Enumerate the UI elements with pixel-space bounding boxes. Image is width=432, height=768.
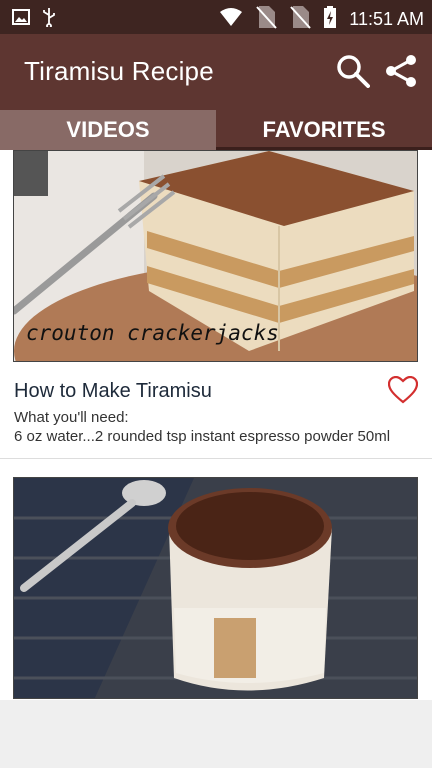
share-icon[interactable] [384, 54, 418, 93]
clock: 11:51 AM [349, 9, 424, 29]
divider [0, 458, 432, 459]
no-sim-icon [289, 5, 312, 34]
recipe-thumbnail[interactable]: crouton crackerjacks [13, 150, 418, 362]
description-line: What you'll need: [14, 409, 129, 426]
heart-outline-icon[interactable] [387, 375, 419, 409]
app-bar: Tiramisu Recipe [0, 34, 432, 110]
tab-videos[interactable]: VIDEOS [0, 110, 216, 150]
favorites-list[interactable]: crouton crackerjacks How to Make Tiramis… [0, 150, 432, 700]
description-line: 6 oz water...2 rounded tsp instant espre… [14, 428, 391, 445]
tab-bar: VIDEOS FAVORITES [0, 110, 432, 150]
usb-icon [42, 7, 56, 32]
recipe-description: What you'll need: 6 oz water...2 rounded… [14, 408, 419, 446]
recipe-title[interactable]: How to Make Tiramisu [14, 380, 212, 403]
recipe-thumbnail[interactable] [13, 477, 418, 699]
tab-favorites[interactable]: FAVORITES [216, 110, 432, 150]
app-title: Tiramisu Recipe [24, 56, 214, 86]
battery-charging-icon [323, 5, 337, 34]
status-bar: 11:51 AM [0, 0, 432, 34]
image-icon [12, 8, 30, 31]
image-watermark: crouton crackerjacks [26, 321, 279, 345]
search-icon[interactable] [336, 54, 370, 93]
wifi-icon [219, 7, 243, 32]
no-sim-icon [255, 5, 278, 34]
